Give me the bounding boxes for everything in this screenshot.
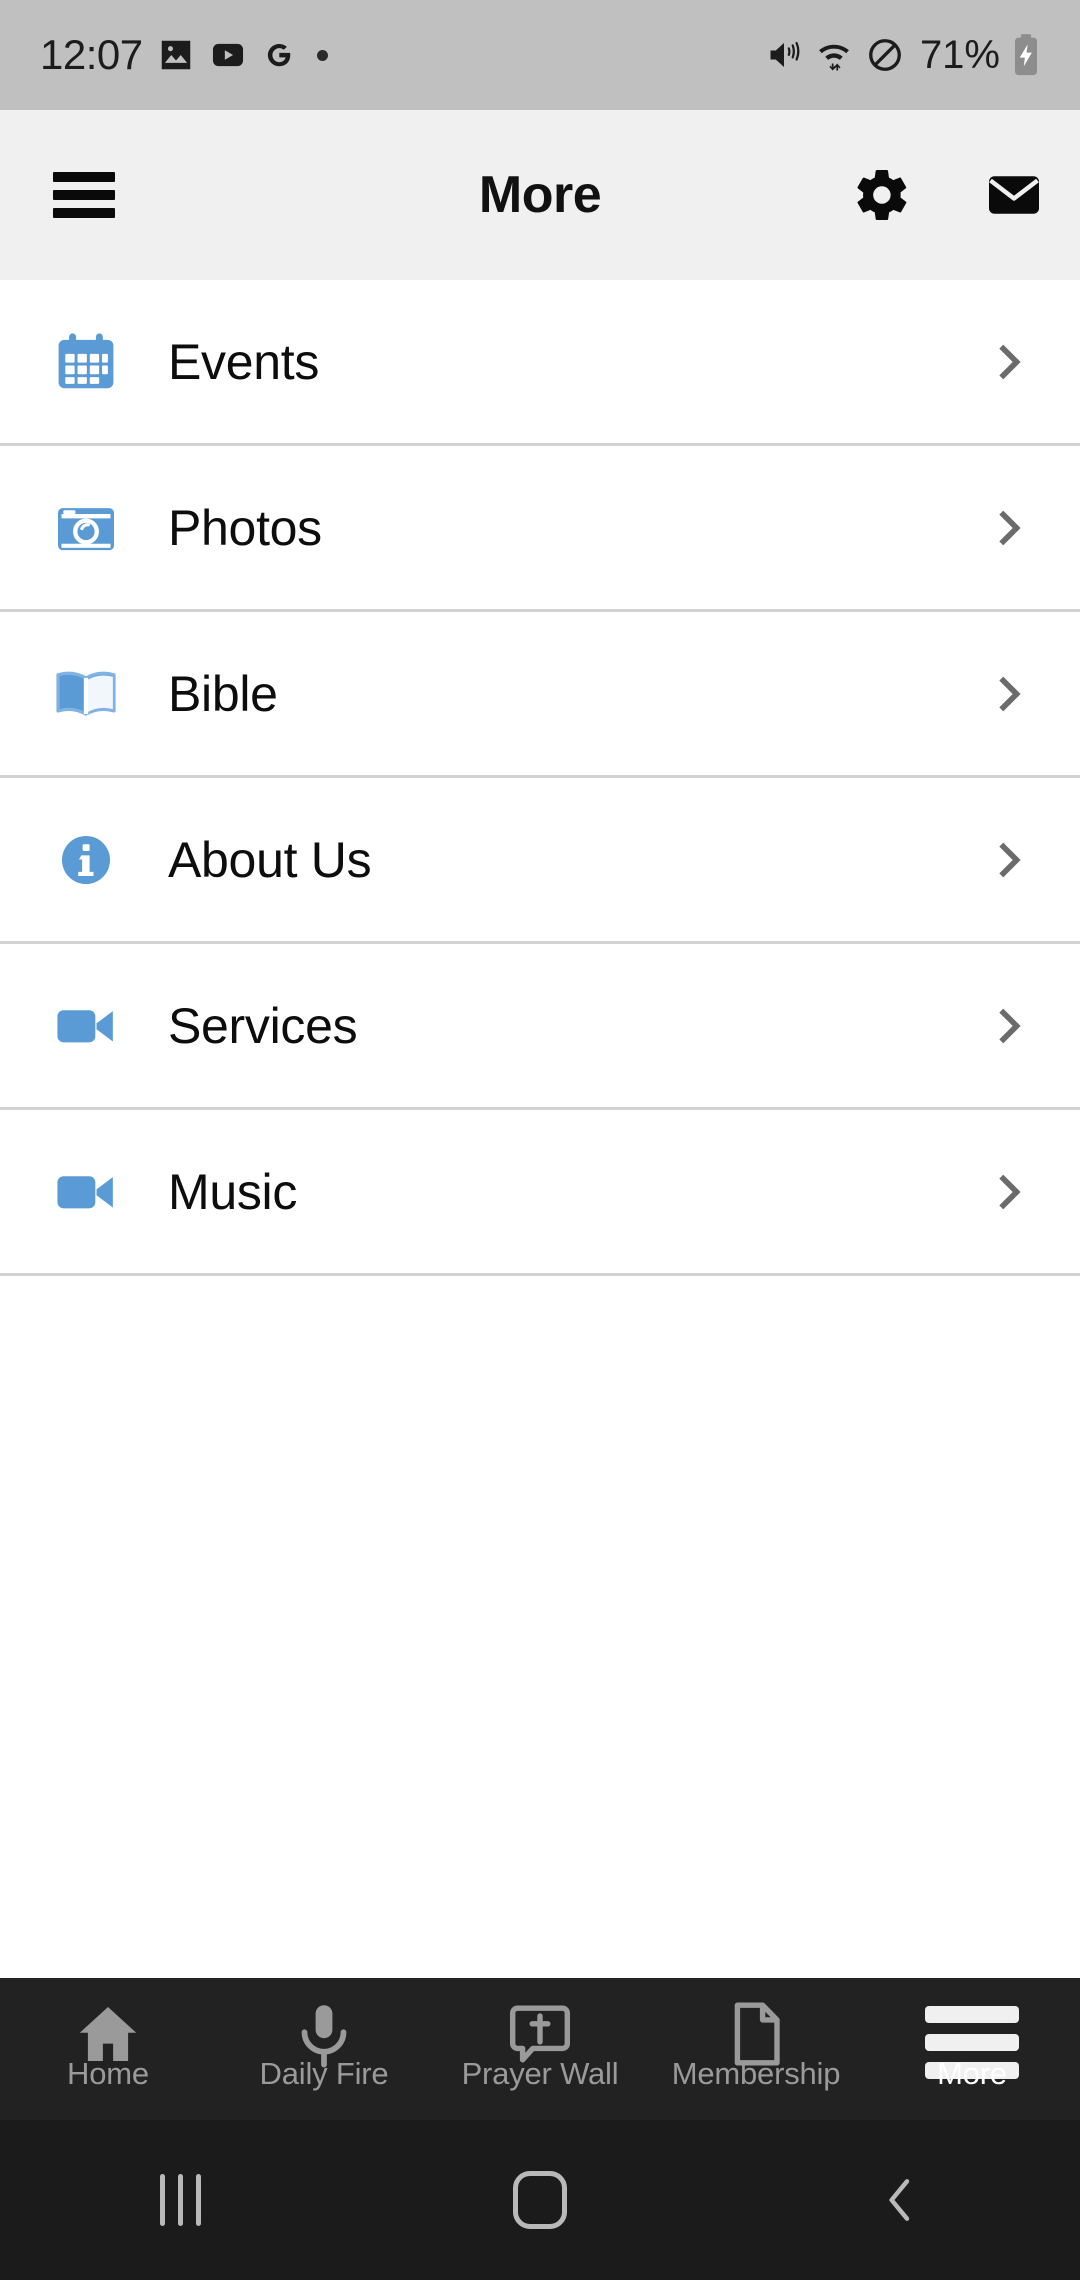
chevron-right-icon bbox=[986, 671, 1032, 717]
nav-item-more[interactable]: More bbox=[864, 1978, 1080, 2120]
list-item-label: About Us bbox=[168, 831, 372, 888]
google-icon bbox=[267, 44, 290, 67]
recents-bar bbox=[177, 2174, 183, 2226]
phone-screen: 12:07 71% More Events Photos Bible About… bbox=[0, 0, 1080, 2280]
app-bar: More bbox=[0, 110, 1080, 280]
photos-icon bbox=[161, 40, 190, 70]
list-item-photos[interactable]: Photos bbox=[0, 446, 1080, 612]
list-item-services[interactable]: Services bbox=[0, 944, 1080, 1110]
list-item-music[interactable]: Music bbox=[0, 1110, 1080, 1276]
info-circle-icon bbox=[50, 829, 122, 891]
youtube-icon bbox=[212, 43, 243, 67]
envelope-icon bbox=[989, 176, 1039, 214]
home-square-icon bbox=[513, 2171, 567, 2229]
vibrate-mute-icon bbox=[770, 41, 800, 67]
list-item-label: Services bbox=[168, 997, 358, 1054]
camera-icon bbox=[50, 493, 122, 563]
list-item-bible[interactable]: Bible bbox=[0, 612, 1080, 778]
video-camera-icon bbox=[50, 991, 122, 1061]
video-camera-icon bbox=[50, 1157, 122, 1227]
nav-item-label: More bbox=[937, 2056, 1007, 2091]
battery-percent-label: 71% bbox=[919, 32, 1000, 77]
list-item-events[interactable]: Events bbox=[0, 280, 1080, 446]
do-not-disturb-icon bbox=[869, 39, 901, 71]
chevron-right-icon bbox=[986, 1169, 1032, 1215]
list-item-label: Bible bbox=[168, 665, 278, 722]
home-button[interactable] bbox=[360, 2171, 720, 2229]
status-bar: 12:07 71% bbox=[0, 0, 1080, 110]
back-chevron-icon bbox=[889, 2179, 910, 2221]
wifi-icon bbox=[819, 44, 849, 71]
nav-item-prayer-wall[interactable]: Prayer Wall bbox=[432, 1978, 648, 2120]
recents-button[interactable] bbox=[0, 2174, 360, 2226]
nav-item-label: Home bbox=[67, 2056, 149, 2091]
nav-item-label: Prayer Wall bbox=[461, 2056, 619, 2091]
nav-item-home[interactable]: Home bbox=[0, 1978, 216, 2120]
chevron-right-icon bbox=[986, 505, 1032, 551]
recents-bar bbox=[195, 2174, 201, 2226]
list-item-label: Events bbox=[168, 333, 320, 390]
recents-bar bbox=[159, 2174, 165, 2226]
chevron-right-icon bbox=[986, 837, 1032, 883]
settings-button[interactable] bbox=[852, 165, 912, 225]
chevron-right-icon bbox=[986, 339, 1032, 385]
hamburger-bar bbox=[925, 2006, 1019, 2023]
status-bar-right: 71% bbox=[766, 33, 1040, 78]
nav-item-label: Membership bbox=[671, 2056, 841, 2091]
status-bar-left: 12:07 bbox=[40, 31, 766, 79]
android-system-nav-bar bbox=[0, 2120, 1080, 2280]
hamburger-bar bbox=[925, 2034, 1019, 2051]
list-item-label: Music bbox=[168, 1163, 298, 1220]
gear-icon bbox=[857, 169, 907, 221]
list-item-about-us[interactable]: About Us bbox=[0, 778, 1080, 944]
more-menu-list: Events Photos Bible About Us Services Mu… bbox=[0, 280, 1080, 1276]
bottom-navigation-bar: Home Daily Fire Prayer Wall Membership M… bbox=[0, 1978, 1080, 2120]
nav-item-label: Daily Fire bbox=[259, 2056, 389, 2091]
back-button[interactable] bbox=[720, 2172, 1080, 2228]
app-bar-actions bbox=[852, 165, 1044, 225]
recents-icon bbox=[159, 2174, 201, 2226]
mail-button[interactable] bbox=[984, 165, 1044, 225]
open-book-icon bbox=[50, 659, 122, 729]
chevron-right-icon bbox=[986, 1003, 1032, 1049]
list-item-label: Photos bbox=[168, 499, 322, 556]
nav-item-membership[interactable]: Membership bbox=[648, 1978, 864, 2120]
status-bar-clock: 12:07 bbox=[40, 31, 143, 78]
notification-dot-icon bbox=[316, 49, 328, 61]
battery-charging-icon bbox=[1015, 34, 1037, 76]
calendar-icon bbox=[50, 327, 122, 397]
nav-item-daily-fire[interactable]: Daily Fire bbox=[216, 1978, 432, 2120]
